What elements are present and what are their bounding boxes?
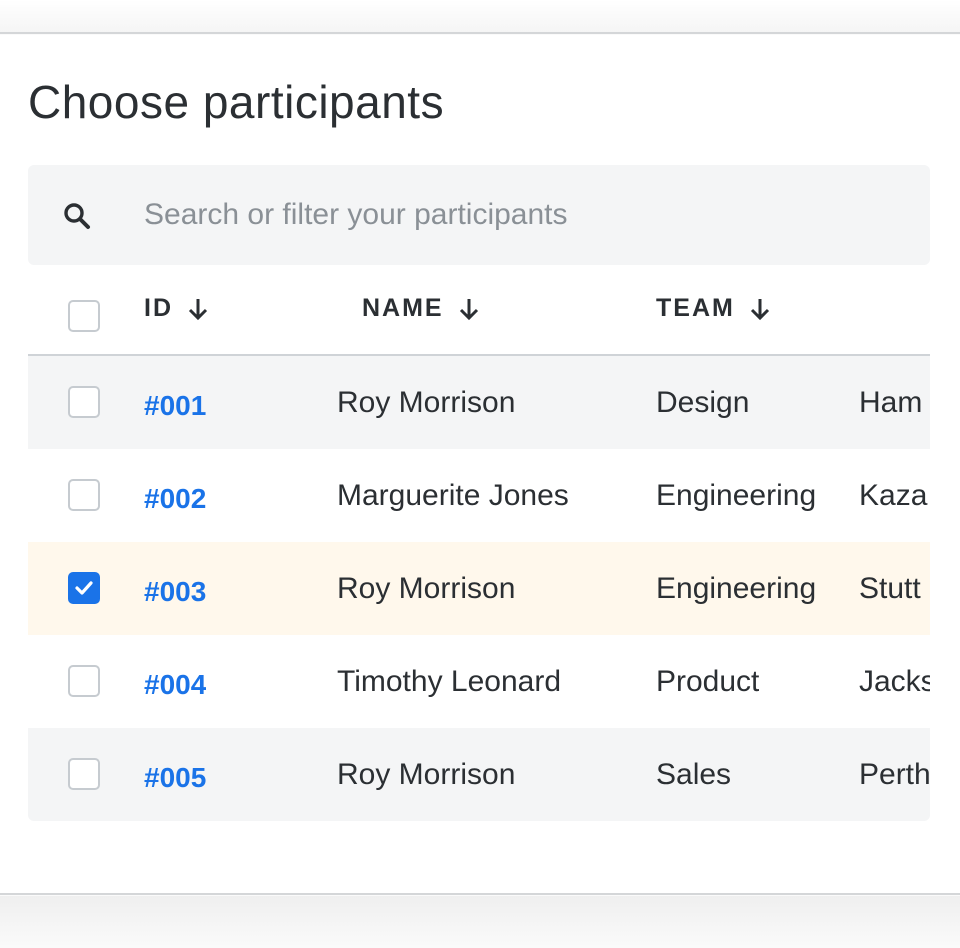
row-checkbox[interactable] [68,758,100,790]
table-row[interactable]: #003 Roy Morrison Engineering Stutt [28,542,930,635]
participant-id-link[interactable]: #003 [144,542,206,635]
participant-name: Roy Morrison [337,571,516,605]
participant-location: Stutt [859,571,921,605]
table-row[interactable]: #001 Roy Morrison Design Ham [28,356,930,449]
row-checkbox[interactable] [68,665,100,697]
participant-location: Perth [859,757,930,791]
row-checkbox[interactable] [68,572,100,604]
bottom-shade [0,896,960,948]
participant-id-link[interactable]: #002 [144,449,206,542]
participant-team: Engineering [656,478,817,512]
participant-name: Timothy Leonard [337,664,562,698]
column-header-name[interactable]: NAME [362,294,480,323]
arrow-down-icon [750,298,769,320]
search-input[interactable] [144,193,904,237]
page-title: Choose participants [28,76,445,128]
participant-team: Sales [656,757,732,791]
search-icon [62,201,92,231]
participant-location: Ham [859,385,923,419]
participant-name: Marguerite Jones [337,478,569,512]
row-checkbox[interactable] [68,479,100,511]
table-header: ID NAME TEAM [28,264,930,356]
participant-id-link[interactable]: #001 [144,356,206,449]
participant-team: Product [656,664,760,698]
participant-id-link[interactable]: #004 [144,635,206,728]
column-header-label: TEAM [656,294,735,322]
participant-id-link[interactable]: #005 [144,728,206,821]
column-header-label: NAME [362,294,444,322]
participant-name: Roy Morrison [337,385,516,419]
column-header-team[interactable]: TEAM [656,294,771,323]
participant-team: Engineering [656,571,817,605]
column-header-id[interactable]: ID [144,294,209,323]
row-checkbox[interactable] [68,386,100,418]
participants-table: ID NAME TEAM #001 Roy Morrison Design Ha… [28,264,930,821]
arrow-down-icon [459,298,478,320]
arrow-down-icon [188,298,208,320]
top-shade [0,0,960,34]
table-row[interactable]: #002 Marguerite Jones Engineering Kaza [28,449,930,542]
checkmark-icon [75,581,93,595]
participant-location: Kaza [859,478,928,512]
participant-name: Roy Morrison [337,757,516,791]
search-bar[interactable] [28,165,930,265]
table-row[interactable]: #004 Timothy Leonard Product Jacks [28,635,930,728]
participant-team: Design [656,385,750,419]
column-header-label: ID [144,294,173,322]
select-all-checkbox[interactable] [68,300,100,332]
participant-location: Jacks [859,664,930,698]
table-row[interactable]: #005 Roy Morrison Sales Perth [28,728,930,821]
